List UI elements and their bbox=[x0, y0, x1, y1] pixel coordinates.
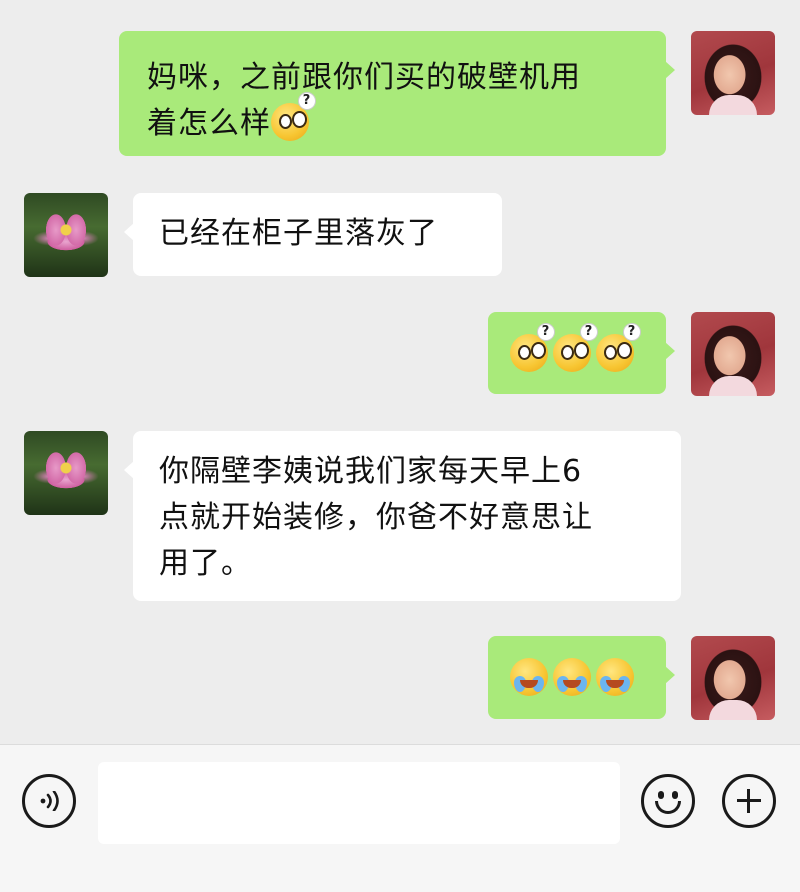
voice-icon bbox=[40, 791, 59, 811]
confused-face-icon bbox=[510, 324, 554, 372]
message-text: 已经在柜子里落灰了 bbox=[159, 216, 438, 251]
confused-face-icon bbox=[553, 324, 597, 372]
chat-area: 妈咪，之前跟你们买的破壁机用 着怎么样 已经在柜子里落灰了 你隔壁李姨说我们家每… bbox=[0, 0, 800, 744]
message-text: 你隔壁李姨说我们家每天早上6 bbox=[159, 454, 583, 489]
input-bar bbox=[0, 744, 800, 892]
my-avatar[interactable] bbox=[691, 31, 775, 115]
more-button[interactable] bbox=[722, 774, 776, 828]
message-bubble-incoming[interactable]: 已经在柜子里落灰了 bbox=[124, 193, 502, 276]
message-text: 点就开始装修，你爸不好意思让 bbox=[159, 500, 593, 535]
message-text: 妈咪，之前跟你们买的破壁机用 bbox=[147, 60, 581, 95]
message-text: 用了。 bbox=[159, 546, 252, 581]
message-text: 着怎么样 bbox=[147, 106, 271, 141]
my-avatar[interactable] bbox=[691, 636, 775, 720]
contact-avatar[interactable] bbox=[24, 193, 108, 277]
my-avatar[interactable] bbox=[691, 312, 775, 396]
message-bubble-outgoing[interactable]: 妈咪，之前跟你们买的破壁机用 着怎么样 bbox=[119, 31, 675, 156]
crying-face-icon bbox=[510, 658, 548, 696]
confused-face-icon bbox=[596, 324, 640, 372]
emoji-button[interactable] bbox=[641, 774, 695, 828]
confused-face-icon bbox=[271, 93, 315, 141]
message-bubble-outgoing[interactable] bbox=[488, 636, 675, 719]
voice-button[interactable] bbox=[22, 774, 76, 828]
message-input[interactable] bbox=[98, 762, 620, 844]
crying-face-icon bbox=[553, 658, 591, 696]
crying-face-icon bbox=[596, 658, 634, 696]
message-bubble-outgoing[interactable] bbox=[488, 312, 675, 394]
message-bubble-incoming[interactable]: 你隔壁李姨说我们家每天早上6 点就开始装修，你爸不好意思让 用了。 bbox=[124, 431, 681, 601]
contact-avatar[interactable] bbox=[24, 431, 108, 515]
